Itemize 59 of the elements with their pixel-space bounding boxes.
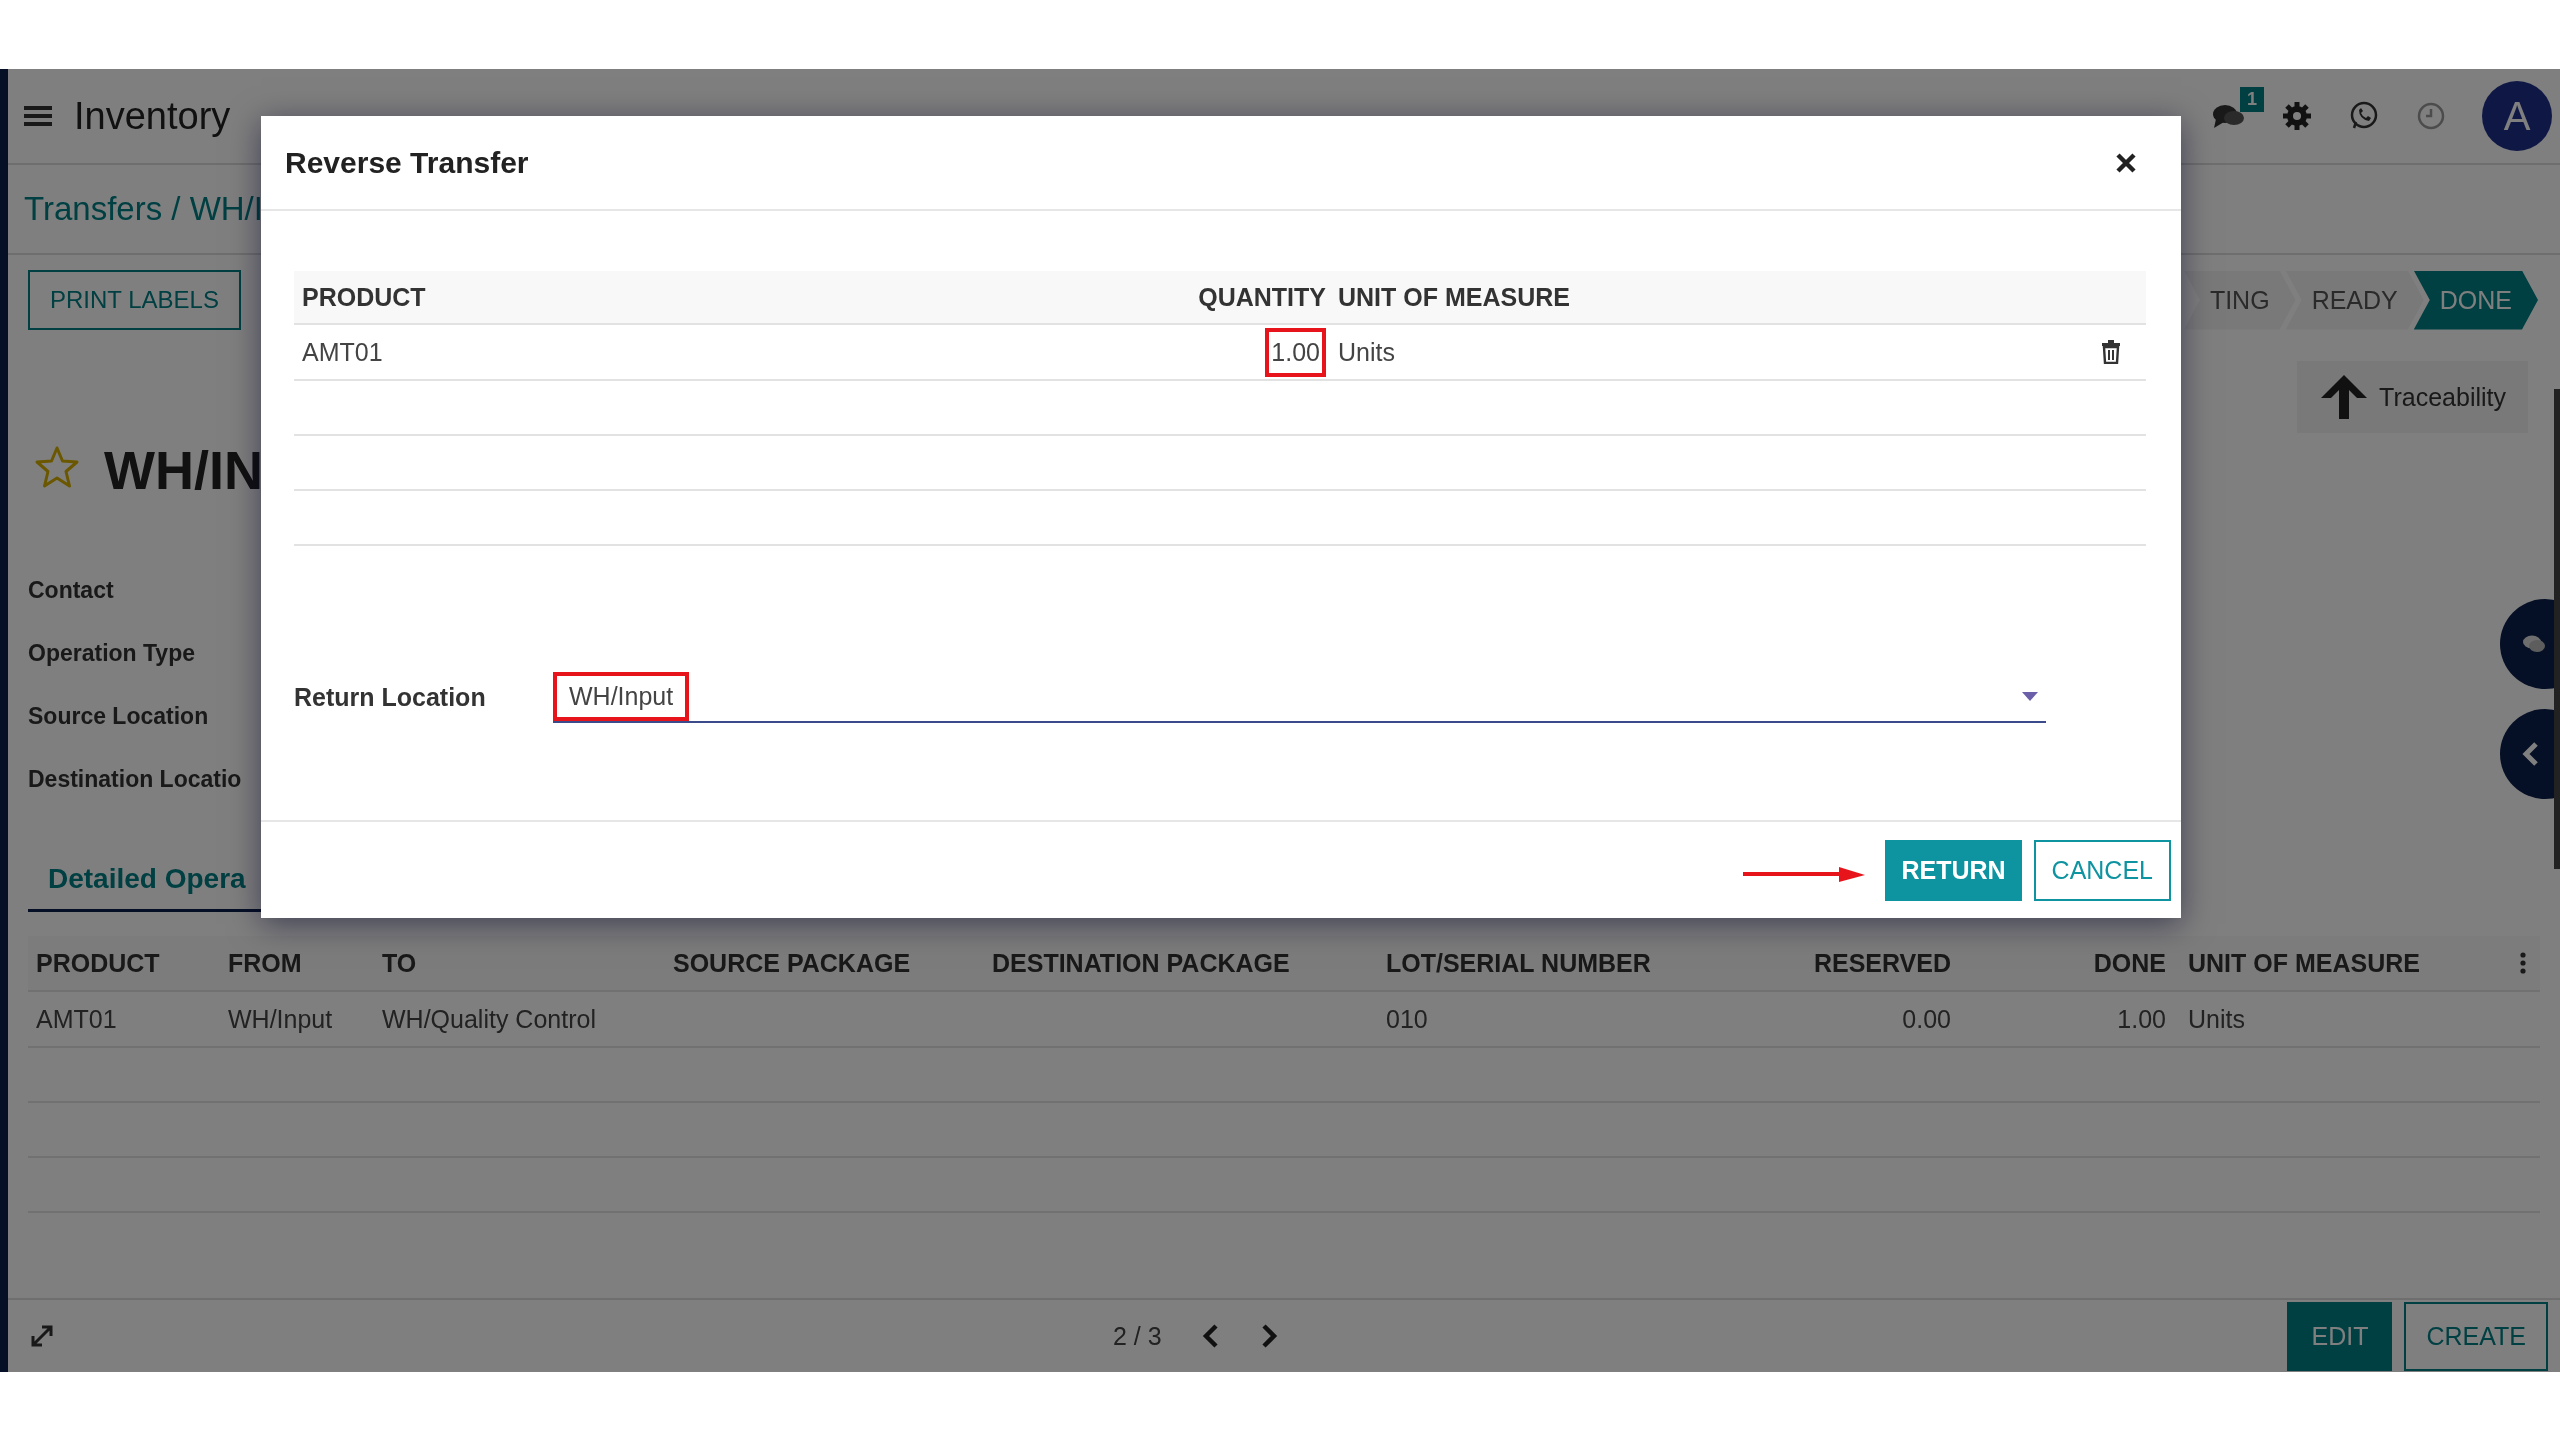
return-button[interactable]: RETURN bbox=[1885, 839, 2022, 901]
dropdown-caret-icon bbox=[2022, 692, 2038, 701]
dialog-title: Reverse Transfer bbox=[285, 145, 529, 180]
column-header[interactable]: FROM bbox=[220, 948, 374, 978]
return-location-select[interactable]: WH/Input bbox=[553, 672, 2046, 723]
table-cell-text: WH/Quality Control bbox=[381, 1004, 597, 1034]
table-cell-text: 010 bbox=[1385, 1004, 1429, 1034]
user-avatar[interactable]: A bbox=[2482, 81, 2552, 151]
status-stage[interactable]: DONE bbox=[2413, 270, 2538, 330]
trash-icon[interactable] bbox=[2101, 340, 2121, 364]
table-cell-text: AMT01 bbox=[301, 337, 384, 367]
selected-value: WH/Input bbox=[569, 682, 674, 710]
table-cell-text: Units bbox=[2187, 1004, 2246, 1034]
column-header[interactable]: SOURCE PACKAGE bbox=[665, 948, 984, 978]
column-header[interactable]: PRODUCT bbox=[294, 282, 1190, 312]
next-icon[interactable] bbox=[1259, 1323, 1278, 1349]
cancel-button[interactable]: CANCEL bbox=[2033, 839, 2171, 901]
table-cell-text: 0.00 bbox=[1901, 1004, 1952, 1034]
chat-icon bbox=[2522, 634, 2546, 654]
field-label: Contact bbox=[28, 577, 114, 604]
quantity-value[interactable]: 1.00 bbox=[1271, 337, 1320, 366]
column-header[interactable]: QUANTITY bbox=[1190, 282, 1330, 312]
settings-icon[interactable] bbox=[2282, 101, 2312, 131]
column-header[interactable]: DONE bbox=[1965, 948, 2180, 978]
table-cell-text: WH/Input bbox=[227, 1004, 334, 1034]
column-header[interactable]: DESTINATION PACKAGE bbox=[984, 948, 1378, 978]
field-label: Operation Type bbox=[28, 640, 195, 667]
field-label: Source Location bbox=[28, 703, 209, 730]
column-header[interactable]: PRODUCT bbox=[28, 948, 220, 978]
column-header[interactable]: RESERVED bbox=[1794, 948, 1965, 978]
scrollbar[interactable] bbox=[2554, 389, 2560, 869]
breadcrumb[interactable]: Transfers / WH/I bbox=[24, 190, 263, 228]
app-title: Inventory bbox=[74, 94, 231, 138]
table-cell-text: 1.00 bbox=[2116, 1004, 2167, 1034]
arrow-up-icon bbox=[2319, 373, 2370, 421]
table-cell-text: Units bbox=[1337, 337, 1396, 367]
column-header[interactable]: UNIT OF MEASURE bbox=[2180, 948, 2505, 978]
column-header[interactable]: LOT/SERIAL NUMBER bbox=[1378, 948, 1794, 978]
chevron-left-icon bbox=[2522, 741, 2540, 767]
column-header[interactable]: TO bbox=[374, 948, 665, 978]
column-options-icon[interactable] bbox=[2519, 952, 2526, 974]
expand-icon[interactable] bbox=[30, 1324, 54, 1348]
create-button[interactable]: CREATE bbox=[2404, 1301, 2548, 1371]
close-icon[interactable] bbox=[2115, 151, 2137, 174]
traceability-button[interactable]: Traceability bbox=[2297, 361, 2528, 433]
status-stage[interactable]: TING bbox=[2183, 270, 2296, 330]
menu-icon[interactable] bbox=[24, 104, 52, 128]
status-stage[interactable]: READY bbox=[2285, 270, 2424, 330]
print-labels-button[interactable]: PRINT LABELS bbox=[28, 270, 241, 330]
field-label: Destination Locatio bbox=[28, 766, 242, 793]
table-cell-text: AMT01 bbox=[35, 1004, 118, 1034]
column-header[interactable]: UNIT OF MEASURE bbox=[1330, 282, 2076, 312]
field-label: Return Location bbox=[294, 683, 487, 712]
pager-counter: 2 / 3 bbox=[1113, 1321, 1162, 1351]
star-icon[interactable] bbox=[34, 445, 80, 489]
previous-icon[interactable] bbox=[1201, 1323, 1220, 1349]
edit-button[interactable]: EDIT bbox=[2287, 1301, 2393, 1371]
notification-badge: 1 bbox=[2240, 87, 2264, 112]
record-title: WH/IN bbox=[104, 439, 263, 501]
